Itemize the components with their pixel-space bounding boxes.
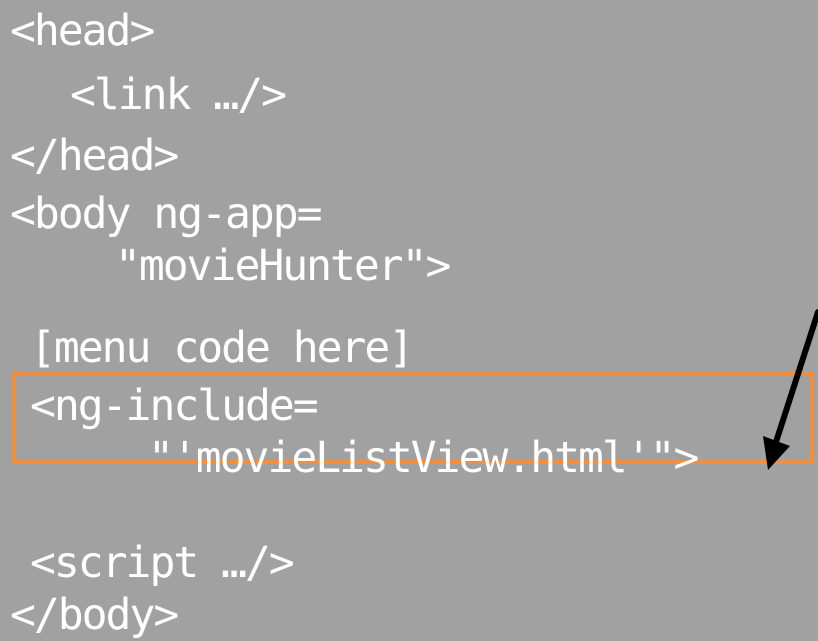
code-line-head-close: </head> [10, 131, 179, 181]
code-line-include-open: <ng-include= [30, 381, 319, 431]
code-line-menu-placeholder: [menu code here] [30, 323, 414, 373]
code-line-link: <link …/> [70, 70, 287, 120]
code-slide: <head> <link …/> </head> <body ng-app= "… [0, 0, 818, 641]
code-line-body-open: <body ng-app= [10, 189, 323, 239]
code-line-app-name: "movieHunter"> [115, 241, 451, 291]
code-line-script: <script …/> [30, 538, 295, 588]
code-line-head-open: <head> [10, 6, 155, 56]
code-line-body-close: </body> [10, 590, 179, 640]
code-line-include-value: "'movieListView.html'"> [148, 433, 699, 483]
